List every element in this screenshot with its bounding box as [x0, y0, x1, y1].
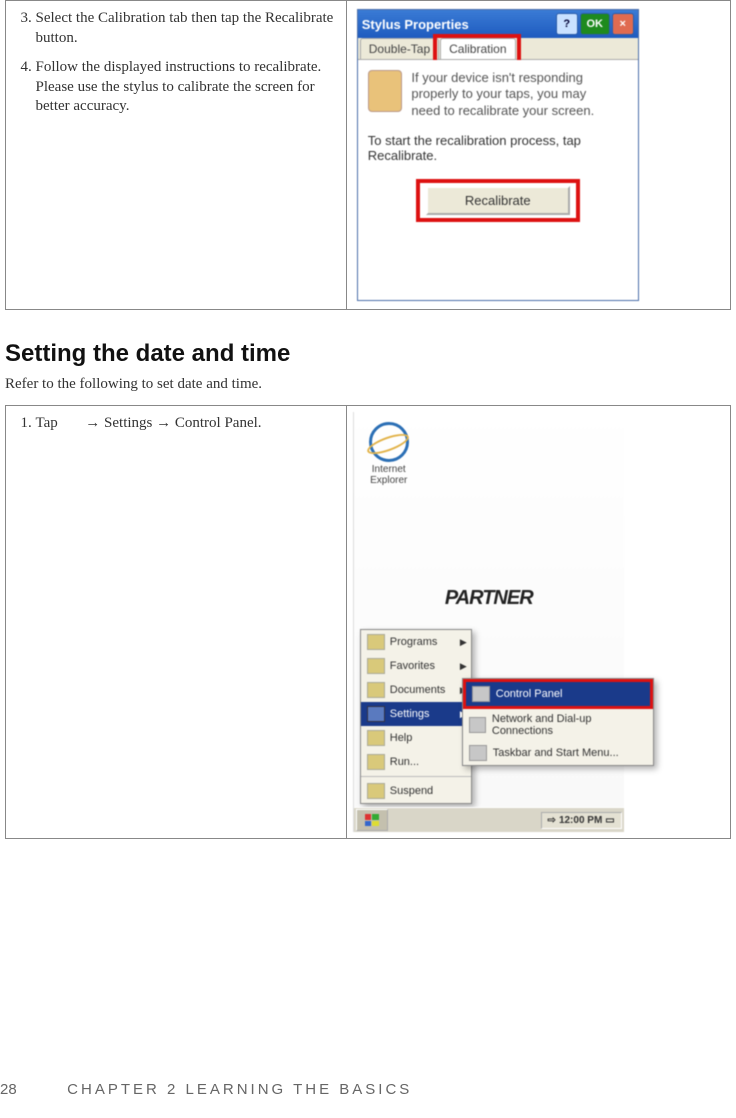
start-icon: [62, 417, 78, 431]
settings-submenu: Control Panel Network and Dial-up Connec…: [462, 678, 654, 766]
instruction-table-1: Select the Calibration tab then tap the …: [5, 0, 731, 310]
taskbar-icon: [469, 745, 487, 761]
run-icon: [367, 754, 385, 770]
start-menu: Programs▶ Favorites▶ Documents▶ Settings…: [360, 629, 472, 804]
dialog-title: Stylus Properties: [362, 17, 554, 32]
dialog-text-1: If your device isn't responding properly…: [411, 70, 611, 119]
clock: 12:00 PM: [559, 815, 602, 826]
tray-arrow-icon: ⇨: [548, 815, 556, 826]
page-footer: 28 CHAPTER 2 LEARNING THE BASICS: [0, 1081, 412, 1098]
chapter-label: CHAPTER 2 LEARNING THE BASICS: [67, 1081, 412, 1098]
submenu-network[interactable]: Network and Dial-up Connections: [463, 709, 653, 741]
network-icon: [469, 717, 486, 733]
settings-icon: [367, 706, 385, 722]
submenu-control-panel[interactable]: Control Panel: [466, 682, 650, 706]
dialog-text-2: To start the recalibration process, tap …: [368, 133, 628, 163]
ie-icon: [369, 422, 409, 462]
page-number: 28: [0, 1081, 30, 1098]
menu-run[interactable]: Run...: [361, 750, 471, 774]
tab-calibration[interactable]: Calibration: [440, 38, 515, 59]
step-4: Follow the displayed instructions to rec…: [36, 58, 336, 117]
menu-favorites[interactable]: Favorites▶: [361, 654, 471, 678]
menu-programs[interactable]: Programs▶: [361, 630, 471, 654]
chevron-right-icon: ▶: [460, 637, 467, 648]
help-button[interactable]: ?: [556, 13, 578, 35]
chevron-right-icon: ▶: [460, 661, 467, 672]
desktop-icon: ▭: [605, 815, 614, 826]
folder-icon: [367, 682, 385, 698]
ok-button[interactable]: OK: [580, 13, 610, 35]
menu-documents[interactable]: Documents▶: [361, 678, 471, 702]
control-panel-icon: [472, 686, 490, 702]
taskbar: ⇨ 12:00 PM ▭: [354, 807, 624, 832]
help-icon: [367, 730, 385, 746]
section-intro: Refer to the following to set date and t…: [5, 376, 731, 393]
folder-icon: [367, 658, 385, 674]
menu-settings[interactable]: Settings▶: [361, 702, 471, 726]
section-heading: Setting the date and time: [5, 340, 731, 368]
dialog-titlebar: Stylus Properties ? OK ×: [358, 10, 638, 38]
instruction-table-2: Tap → Settings → Control Panel. Internet…: [5, 405, 731, 839]
stylus-properties-dialog: Stylus Properties ? OK × Double-Tap Cali…: [357, 9, 639, 301]
tab-double-tap[interactable]: Double-Tap: [360, 38, 439, 59]
partner-logo: PARTNER: [354, 587, 624, 610]
ie-desktop-icon[interactable]: Internet Explorer: [364, 422, 414, 486]
system-tray[interactable]: ⇨ 12:00 PM ▭: [541, 812, 622, 829]
start-button[interactable]: [356, 809, 388, 831]
recalibrate-button[interactable]: Recalibrate: [426, 186, 570, 215]
windows-flag-icon: [365, 814, 379, 826]
step-3: Select the Calibration tab then tap the …: [36, 9, 336, 48]
folder-icon: [367, 634, 385, 650]
menu-suspend[interactable]: Suspend: [361, 779, 471, 803]
stylus-icon: [368, 70, 402, 112]
step-1: Tap → Settings → Control Panel.: [36, 414, 336, 434]
highlight-control-panel: Control Panel: [463, 679, 653, 709]
steps-list-2: Tap → Settings → Control Panel.: [16, 414, 336, 434]
suspend-icon: [367, 783, 385, 799]
steps-list-1: Select the Calibration tab then tap the …: [16, 9, 336, 117]
highlight-recalibrate: Recalibrate: [416, 179, 580, 222]
close-button[interactable]: ×: [612, 13, 634, 35]
desktop-screenshot: Internet Explorer PARTNER Programs▶ Favo…: [353, 412, 624, 832]
submenu-taskbar[interactable]: Taskbar and Start Menu...: [463, 741, 653, 765]
menu-help[interactable]: Help: [361, 726, 471, 750]
